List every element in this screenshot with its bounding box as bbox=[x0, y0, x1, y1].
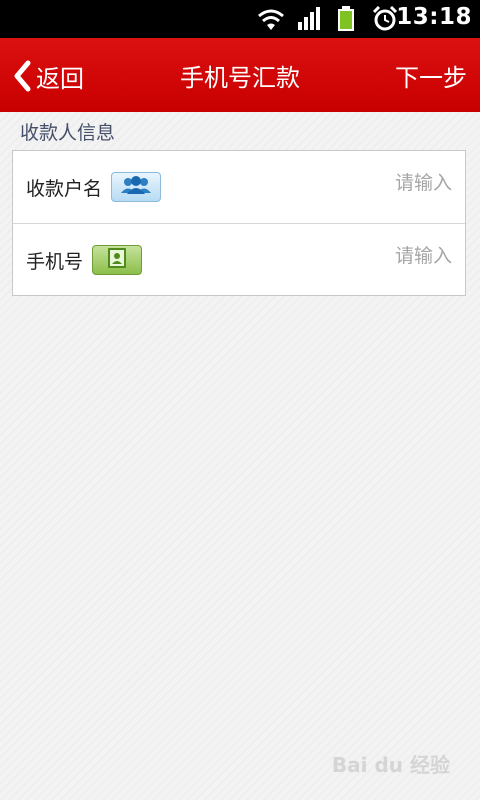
app-header: 返回 手机号汇款 下一步 bbox=[0, 38, 480, 112]
next-step-button[interactable]: 下一步 bbox=[395, 58, 467, 93]
status-time: 13:18 bbox=[396, 4, 472, 30]
address-book-icon bbox=[106, 247, 128, 273]
contacts-button[interactable] bbox=[111, 172, 162, 202]
status-bar: 13:18 bbox=[0, 0, 480, 38]
back-label: 返回 bbox=[36, 64, 84, 93]
signal-icon bbox=[297, 6, 323, 36]
section-title: 收款人信息 bbox=[20, 122, 116, 144]
contacts-icon bbox=[119, 175, 153, 199]
battery-icon bbox=[336, 6, 356, 36]
payee-name-label: 收款户名 bbox=[26, 177, 103, 200]
chevron-left-icon bbox=[12, 60, 32, 92]
payee-name-row: 收款户名 bbox=[13, 151, 465, 223]
payee-name-input[interactable] bbox=[302, 172, 452, 194]
watermark: Bai du 经验 bbox=[331, 753, 450, 777]
main-content: 收款人信息 收款户名 手机号 bbox=[0, 112, 480, 800]
wifi-icon bbox=[256, 6, 286, 36]
back-button[interactable]: 返回 bbox=[12, 56, 84, 96]
phone-row: 手机号 bbox=[13, 223, 465, 296]
payee-form: 收款户名 手机号 bbox=[12, 150, 466, 296]
address-book-button[interactable] bbox=[92, 245, 143, 275]
alarm-icon bbox=[371, 5, 399, 36]
phone-label: 手机号 bbox=[26, 250, 84, 273]
phone-input[interactable] bbox=[302, 245, 452, 267]
